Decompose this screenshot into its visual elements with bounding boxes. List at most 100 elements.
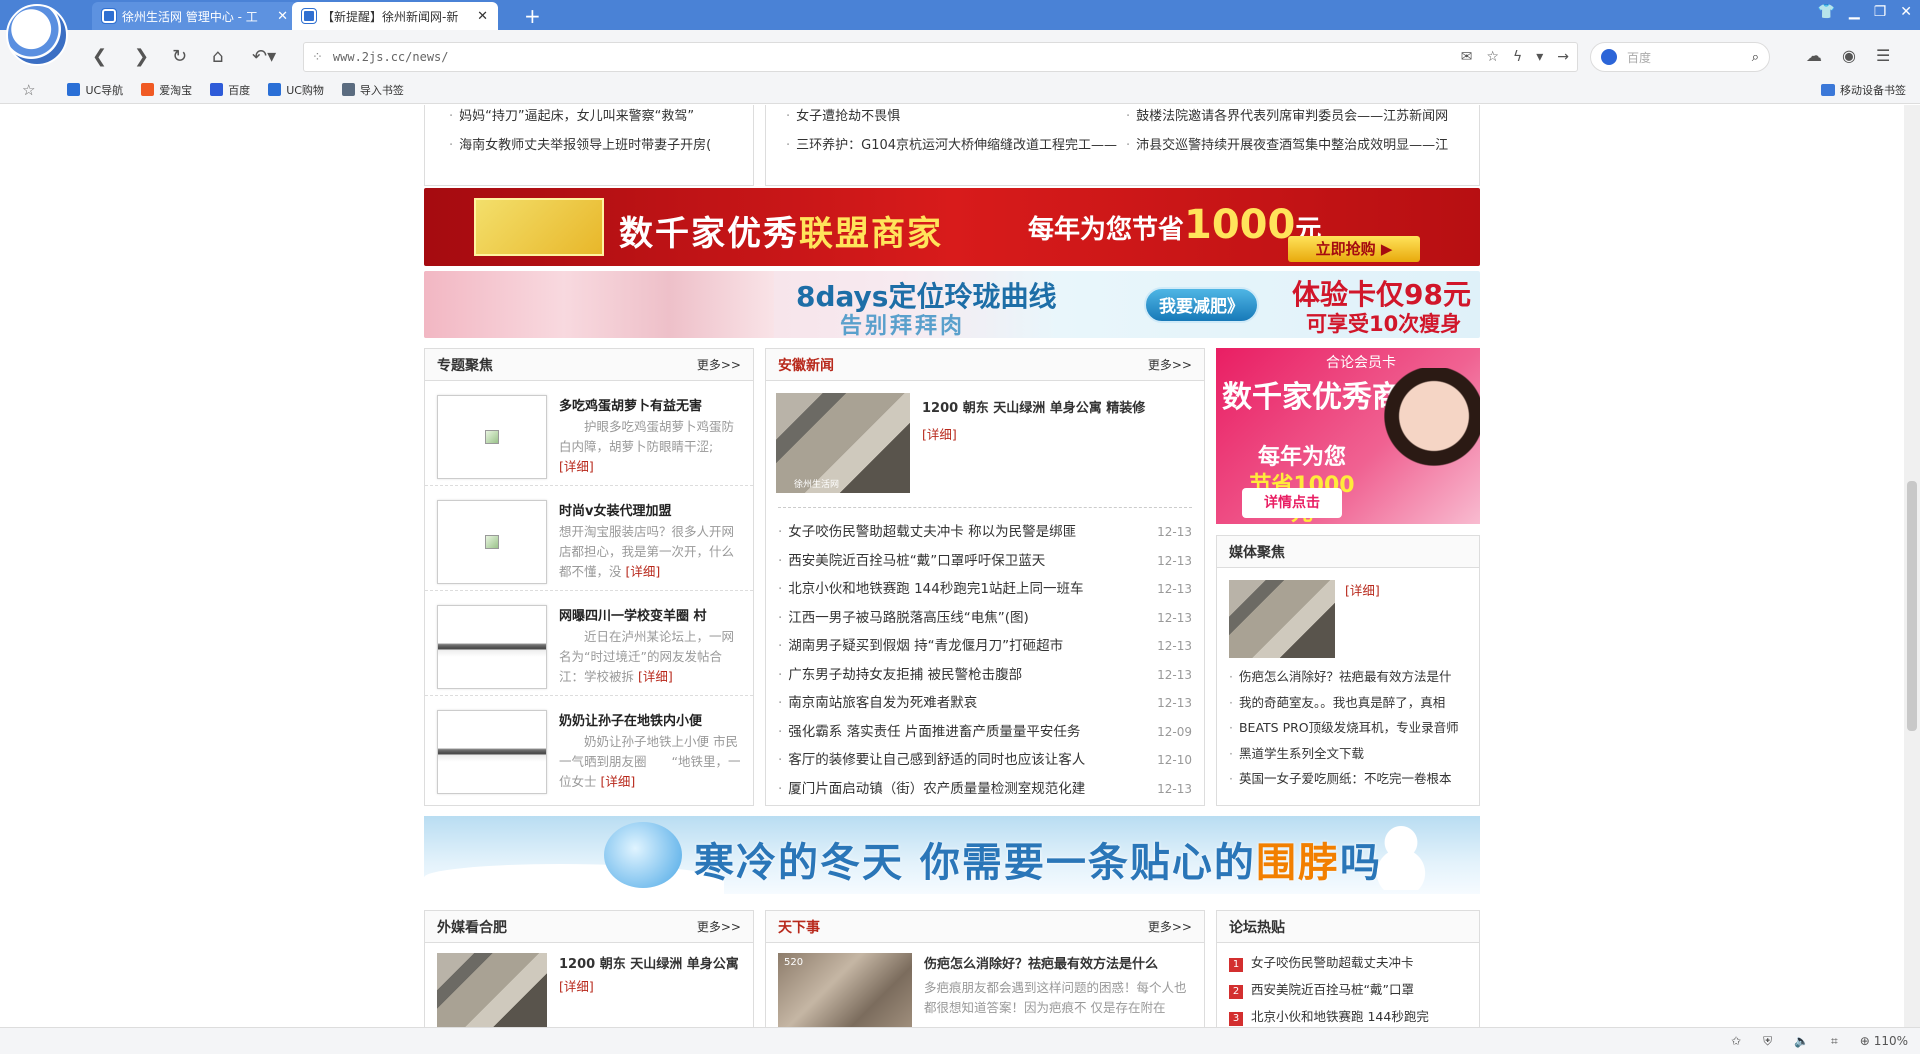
- list-item[interactable]: 伤疤怎么消除好？祛疤最有效方法是什: [1229, 664, 1469, 690]
- more-link[interactable]: 更多>>: [697, 918, 741, 935]
- list-item[interactable]: 我的奇葩室友。。我也真是醉了，真相: [1229, 690, 1469, 716]
- thumbnail[interactable]: [437, 605, 547, 689]
- buy-now-button[interactable]: 立即抢购 ▶: [1288, 236, 1420, 262]
- cloud-icon[interactable]: ☁: [1806, 46, 1822, 65]
- news-list-item[interactable]: 厦门片面启动镇（街）农产质量量检测室规范化建 12-13: [778, 775, 1192, 804]
- slim-button[interactable]: 我要减肥》: [1144, 287, 1259, 323]
- undo-close-icon[interactable]: ↶▾: [252, 46, 276, 67]
- go-arrow-icon[interactable]: →: [1557, 49, 1569, 65]
- news-title[interactable]: 厦门片面启动镇（街）农产质量量检测室规范化建: [788, 775, 1149, 804]
- thumbnail[interactable]: [437, 953, 547, 1027]
- news-title[interactable]: 广东男子劫持女友拒捕 被民警枪击腹部: [788, 661, 1149, 690]
- bookmark-import[interactable]: 导入书签: [341, 82, 404, 98]
- list-item[interactable]: 女子遭抢劫不畏惧: [786, 105, 1126, 131]
- thumbnail[interactable]: [437, 710, 547, 794]
- thumbnail[interactable]: [437, 395, 547, 479]
- more-link[interactable]: 更多>>: [697, 356, 741, 373]
- news-list-item[interactable]: 南京南站旅客自发为死难者默哀 12-13: [778, 689, 1192, 718]
- ad-banner-merchants[interactable]: 数千家优秀联盟商家 每年为您节省1000元 立即抢购 ▶: [424, 188, 1480, 266]
- news-title[interactable]: 北京小伙和地铁赛跑 144秒跑完1站赶上同一班车: [788, 575, 1149, 604]
- list-item[interactable]: 2 西安美院近百拴马桩“戴”口罩: [1229, 976, 1469, 1003]
- close-icon[interactable]: ✕: [277, 9, 288, 24]
- media-photo[interactable]: [1229, 580, 1335, 658]
- mail-icon[interactable]: ✉: [1461, 49, 1473, 65]
- list-item[interactable]: 三环养护：G104京杭运河大桥伸缩缝改道工程完工——: [786, 131, 1126, 160]
- star-icon[interactable]: ☆: [1486, 49, 1499, 65]
- refresh-icon[interactable]: ↻: [172, 46, 187, 67]
- ad-banner-scarf[interactable]: 寒冷的冬天 你需要一条贴心的围脖吗: [424, 816, 1480, 894]
- feature-item[interactable]: 520 伤疤怎么消除好？祛疤最有效方法是什么 多疤痕朋友都会遇到这样问题的困惑！…: [766, 943, 1204, 1027]
- minimize-icon[interactable]: ▁: [1849, 4, 1860, 20]
- skin-icon[interactable]: 👕: [1817, 4, 1834, 20]
- back-icon[interactable]: ❮: [92, 46, 107, 67]
- list-item[interactable]: 3 北京小伙和地铁赛跑 144秒跑完: [1229, 1003, 1469, 1027]
- scrollbar-thumb[interactable]: [1907, 481, 1917, 731]
- news-title[interactable]: 客厅的装修要让自己感到舒适的同时也应该让客人: [788, 746, 1149, 775]
- feature-item[interactable]: 多吃鸡蛋胡萝卜有益无害 护眼多吃鸡蛋胡萝卜鸡蛋防白内障，胡萝卜防眼睛干涩; [详…: [425, 381, 753, 486]
- bookmark-baidu[interactable]: 百度: [210, 82, 250, 98]
- news-list-item[interactable]: 湖南男子疑买到假烟 持“青龙偃月刀”打砸超市 12-13: [778, 632, 1192, 661]
- news-title[interactable]: 湖南男子疑买到假烟 持“青龙偃月刀”打砸超市: [788, 632, 1149, 661]
- shield-icon[interactable]: ⛨: [1763, 1034, 1772, 1049]
- search-box[interactable]: 百度 ⌕: [1590, 42, 1770, 72]
- close-icon[interactable]: ✕: [477, 9, 488, 24]
- bookmark-uc-shopping[interactable]: UC购物: [268, 82, 324, 98]
- news-list-item[interactable]: 江西一男子被马路脱落高压线“电焦”(图) 12-13: [778, 604, 1192, 633]
- ad-member-card[interactable]: 合论会员卡 数千家优秀商家 每年为您节省1000元 详情点击: [1216, 348, 1480, 524]
- favorite-icon[interactable]: ✩: [1731, 1034, 1741, 1048]
- restore-icon[interactable]: ❐: [1874, 4, 1887, 20]
- news-title[interactable]: 强化霸系 落实责任 片面推进畜产质量量平安任务: [788, 718, 1149, 747]
- list-item[interactable]: 沛县交巡警持续开展夜查酒驾集中整治成效明显——江: [1126, 131, 1466, 160]
- list-item[interactable]: 鼓楼法院邀请各界代表列席审判委员会——江苏新闻网: [1126, 105, 1466, 131]
- search-placeholder[interactable]: 百度: [1627, 49, 1752, 66]
- headline-photo[interactable]: 徐州生活网: [776, 393, 910, 493]
- menu-icon[interactable]: ☰: [1876, 46, 1890, 65]
- thumbnail[interactable]: 520: [778, 953, 912, 1027]
- home-icon[interactable]: ⌂: [212, 46, 223, 67]
- news-list-item[interactable]: 客厅的装修要让自己感到舒适的同时也应该让客人 12-10: [778, 746, 1192, 775]
- crop-icon[interactable]: ⌗: [1831, 1034, 1838, 1049]
- news-title[interactable]: 女子咬伤民警助超载丈夫冲卡 称以为民警是绑匪: [788, 518, 1149, 547]
- more-link[interactable]: 更多>>: [1148, 918, 1192, 935]
- news-title[interactable]: 南京南站旅客自发为死难者默哀: [788, 689, 1149, 718]
- mobile-bookmarks[interactable]: 移动设备书签: [1821, 82, 1906, 98]
- bookmark-uc-nav[interactable]: UC导航: [67, 82, 123, 98]
- more-link[interactable]: 更多>>: [1148, 356, 1192, 373]
- headline-item[interactable]: 徐州生活网 1200 朝东 天山绿洲 单身公寓 精装修 [详细]: [766, 381, 1204, 507]
- list-item[interactable]: 海南女教师丈夫举报领导上班时带妻子开房(: [449, 131, 753, 160]
- uc-logo[interactable]: [6, 4, 68, 66]
- bookmark-star-icon[interactable]: ☆: [22, 81, 35, 99]
- bookmark-aitaobao[interactable]: 爱淘宝: [141, 82, 192, 98]
- list-item[interactable]: 黑道学生系列全文下载: [1229, 741, 1469, 767]
- user-icon[interactable]: ◉: [1842, 46, 1856, 65]
- feature-item[interactable]: 时尚v女装代理加盟 想开淘宝服装店吗？很多人开网店都担心，我是第一次开，什么都不…: [425, 486, 753, 591]
- feature-item[interactable]: 网曝四川一学校变羊圈 村 近日在泸州某论坛上，一网名为“时过境迁”的网友发帖合江…: [425, 591, 753, 696]
- feature-item[interactable]: 1200 朝东 天山绿洲 单身公寓 [详细]: [425, 943, 753, 1027]
- tab-news[interactable]: 【新提醒】徐州新闻网-新 ✕: [292, 2, 498, 30]
- volume-icon[interactable]: 🔈: [1794, 1034, 1809, 1048]
- list-item[interactable]: BEATS PRO顶级发烧耳机，专业录音师: [1229, 715, 1469, 741]
- news-title[interactable]: 江西一男子被马路脱落高压线“电焦”(图): [788, 604, 1149, 633]
- new-tab-plus-icon[interactable]: +: [524, 4, 541, 28]
- news-list-item[interactable]: 广东男子劫持女友拒捕 被民警枪击腹部 12-13: [778, 661, 1192, 690]
- address-bar[interactable]: ⁘ www.2js.cc/news/ ✉ ☆ ϟ ▾ →: [303, 42, 1578, 72]
- close-window-icon[interactable]: ✕: [1900, 4, 1912, 20]
- list-item[interactable]: 妈妈“持刀”逼起床，女儿叫来警察“救驾”: [449, 105, 753, 131]
- search-icon[interactable]: ⌕: [1752, 50, 1759, 65]
- dropdown-icon[interactable]: ▾: [1536, 49, 1543, 65]
- feature-item[interactable]: 奶奶让孙子在地铁内小便 奶奶让孙子地铁上小便 市民一气晒到朋友圈 “地铁里，一位…: [425, 696, 753, 801]
- list-item[interactable]: 英国一女子爱吃厕纸：不吃完一卷根本: [1229, 766, 1469, 792]
- news-list-item[interactable]: 女子咬伤民警助超载丈夫冲卡 称以为民警是绑匪 12-13: [778, 518, 1192, 547]
- news-list-item[interactable]: 强化霸系 落实责任 片面推进畜产质量量平安任务 12-09: [778, 718, 1192, 747]
- news-list-item[interactable]: 北京小伙和地铁赛跑 144秒跑完1站赶上同一班车 12-13: [778, 575, 1192, 604]
- lightning-icon[interactable]: ϟ: [1513, 49, 1522, 65]
- url-text[interactable]: www.2js.cc/news/: [333, 50, 1461, 64]
- thumbnail[interactable]: [437, 500, 547, 584]
- tab-management[interactable]: 徐州生活网 管理中心 - 工 ✕: [92, 2, 298, 30]
- baidu-paw-icon[interactable]: [1601, 49, 1617, 65]
- forward-icon[interactable]: ❯: [134, 46, 149, 67]
- news-title[interactable]: 西安美院近百拴马桩“戴”口罩呼吁保卫蓝天: [788, 547, 1149, 576]
- site-info-icon[interactable]: ⁘: [312, 50, 323, 65]
- ad-banner-slimming[interactable]: 8days定位玲珑曲线 告别拜拜肉 我要减肥》 体验卡仅98元 可享受10次瘦身: [424, 271, 1480, 338]
- list-item[interactable]: 1 女子咬伤民警助超载丈夫冲卡: [1229, 949, 1469, 976]
